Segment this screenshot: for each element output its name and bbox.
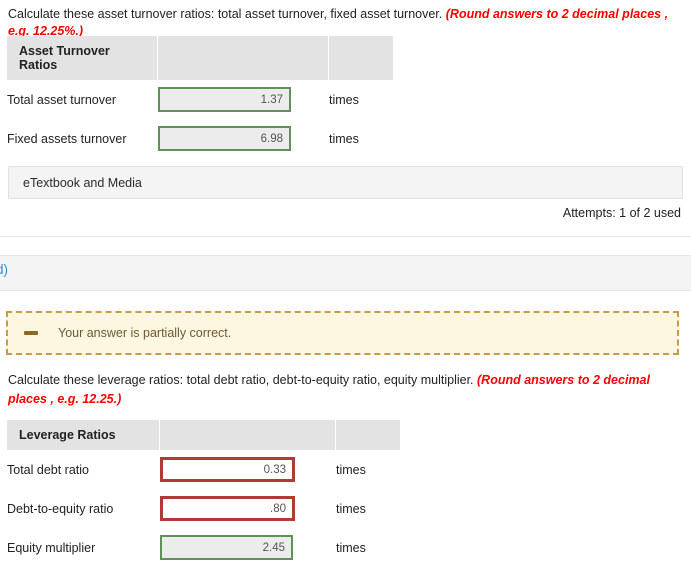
debt-to-equity-ratio-input[interactable] [160,496,295,521]
equity-multiplier-input[interactable] [160,535,293,560]
table-row: Equity multiplier times [7,528,400,567]
equity-multiplier-cell [160,528,335,567]
table-row: Fixed assets turnover times [7,119,393,158]
total-debt-ratio-cell [160,450,335,489]
fixed-assets-turnover-label: Fixed assets turnover [7,131,127,146]
asset-turnover-question: Calculate these asset turnover ratios: t… [8,6,688,40]
asset-turnover-table-container: Asset Turnover Ratios Total asset turnov… [6,36,394,158]
leverage-ratios-table: Leverage Ratios Total debt ratio times D… [6,420,401,567]
total-asset-turnover-input[interactable] [158,87,291,112]
leverage-table-header-value [160,420,335,450]
alert-message: Your answer is partially correct. [58,326,232,340]
table-row: Total debt ratio times [7,450,400,489]
total-asset-turnover-unit: times [329,92,359,107]
part-header-band [0,255,691,291]
total-debt-ratio-unit: times [336,462,366,477]
debt-to-equity-ratio-label: Debt-to-equity ratio [7,501,114,516]
asset-turnover-question-text: Calculate these asset turnover ratios: t… [8,7,443,21]
part-label-d: d) [0,262,9,277]
fixed-assets-turnover-cell [158,119,328,158]
table-header-row: Asset Turnover Ratios [7,36,393,80]
debt-to-equity-ratio-unit: times [336,501,366,516]
equity-multiplier-unit: times [336,540,366,555]
leverage-table-header-title: Leverage Ratios [7,420,159,450]
total-debt-ratio-input[interactable] [160,457,295,482]
total-asset-turnover-cell [158,80,328,119]
equity-multiplier-label: Equity multiplier [7,540,96,555]
leverage-question-text: Calculate these leverage ratios: total d… [8,373,474,387]
fixed-assets-turnover-input[interactable] [158,126,291,151]
asset-turnover-table: Asset Turnover Ratios Total asset turnov… [6,36,394,158]
leverage-ratios-table-container: Leverage Ratios Total debt ratio times D… [6,420,401,567]
etextbook-and-media-label: eTextbook and Media [23,175,142,190]
partially-correct-alert: Your answer is partially correct. [6,311,679,355]
total-asset-turnover-label: Total asset turnover [7,92,117,107]
asset-table-header-value [158,36,328,80]
leverage-table-header-unit [336,420,400,450]
table-row: Debt-to-equity ratio times [7,489,400,528]
leverage-ratios-question: Calculate these leverage ratios: total d… [8,371,684,409]
section-divider [0,236,691,237]
asset-table-header-unit [329,36,393,80]
attempts-counter: Attempts: 1 of 2 used [562,206,681,220]
fixed-assets-turnover-unit: times [329,131,359,146]
total-debt-ratio-label: Total debt ratio [7,462,89,477]
etextbook-and-media-bar[interactable]: eTextbook and Media [8,166,683,199]
table-header-row: Leverage Ratios [7,420,400,450]
table-row: Total asset turnover times [7,80,393,119]
asset-table-header-title: Asset Turnover Ratios [7,36,157,80]
debt-to-equity-ratio-cell [160,489,335,528]
minus-icon [24,331,38,335]
